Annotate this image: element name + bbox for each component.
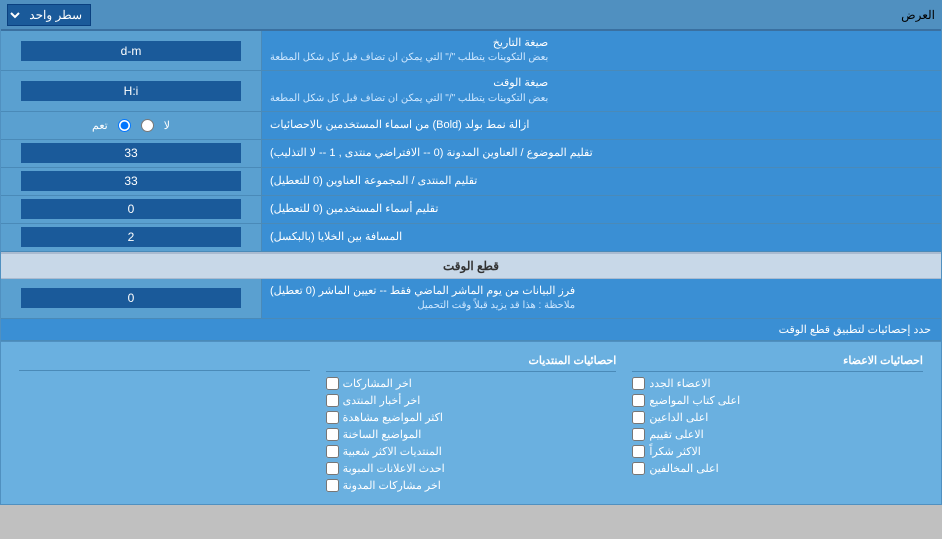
checkbox-blog-posts[interactable] xyxy=(326,479,339,492)
bold-remove-label: ازالة نمط بولد (Bold) من اسماء المستخدمي… xyxy=(261,112,941,139)
cut-time-section-header: قطع الوقت xyxy=(1,252,941,279)
bold-remove-no-radio[interactable] xyxy=(141,119,154,132)
list-item: اخر المشاركات xyxy=(326,375,617,392)
trim-forum-row: تقليم المنتدى / المجموعة العناوين (0 للت… xyxy=(1,168,941,196)
list-item: الاعلى تقييم xyxy=(632,426,923,443)
trim-forum-label: تقليم المنتدى / المجموعة العناوين (0 للت… xyxy=(261,168,941,195)
header-title: العرض xyxy=(901,8,935,22)
checkbox-popular-forums[interactable] xyxy=(326,445,339,458)
list-item: الاعضاء الجدد xyxy=(632,375,923,392)
trim-titles-row: تقليم الموضوع / العناوين المدونة (0 -- ا… xyxy=(1,140,941,168)
list-item: اكثر المواضيع مشاهدة xyxy=(326,409,617,426)
trim-titles-label: تقليم الموضوع / العناوين المدونة (0 -- ا… xyxy=(261,140,941,167)
cut-time-input[interactable] xyxy=(21,288,241,308)
col-forum-stats: احصائيات المنتديات اخر المشاركات اخر أخب… xyxy=(318,348,625,498)
date-format-label: صيغة التاريخ بعض التكوينات يتطلب "/" الت… xyxy=(261,31,941,70)
trim-users-input[interactable] xyxy=(21,199,241,219)
radio-yes-label: تعم xyxy=(92,119,108,132)
cell-spacing-input[interactable] xyxy=(21,227,241,247)
list-item: اخر مشاركات المدونة xyxy=(326,477,617,494)
checkbox-last-posts[interactable] xyxy=(326,377,339,390)
col-members-stats: احصائيات الاعضاء الاعضاء الجدد اعلى كتاب… xyxy=(624,348,931,498)
time-format-label: صيغة الوقت بعض التكوينات يتطلب "/" التي … xyxy=(261,71,941,110)
checkbox-most-viewed[interactable] xyxy=(326,411,339,424)
radio-no-label: لا xyxy=(164,119,170,132)
limit-row: حدد إحصائيات لتطبيق قطع الوقت xyxy=(1,319,941,341)
trim-titles-input[interactable] xyxy=(21,143,241,163)
list-item: اعلى كتاب المواضيع xyxy=(632,392,923,409)
date-format-row: صيغة التاريخ بعض التكوينات يتطلب "/" الت… xyxy=(1,31,941,71)
list-item: اعلى الداعين xyxy=(632,409,923,426)
bold-remove-input-wrapper: لا تعم xyxy=(1,112,261,139)
list-item: احدث الاعلانات المبوبة xyxy=(326,460,617,477)
list-item: المواضيع الساخنة xyxy=(326,426,617,443)
checkbox-classifieds[interactable] xyxy=(326,462,339,475)
trim-users-row: تقليم أسماء المستخدمين (0 للتعطيل) xyxy=(1,196,941,224)
cell-spacing-label: المسافة بين الخلايا (بالبكسل) xyxy=(261,224,941,251)
checkbox-top-writers[interactable] xyxy=(632,394,645,407)
bold-remove-row: ازالة نمط بولد (Bold) من اسماء المستخدمي… xyxy=(1,112,941,140)
list-item: اخر أخبار المنتدى xyxy=(326,392,617,409)
date-format-input[interactable] xyxy=(21,41,241,61)
cut-time-row: فرز البيانات من يوم الماشر الماضي فقط --… xyxy=(1,279,941,319)
list-item: المنتديات الاكثر شعبية xyxy=(326,443,617,460)
checkbox-top-rated[interactable] xyxy=(632,428,645,441)
checkbox-most-thanks[interactable] xyxy=(632,445,645,458)
bold-remove-yes-radio[interactable] xyxy=(118,119,131,132)
checkbox-hot-topics[interactable] xyxy=(326,428,339,441)
checkbox-area: احصائيات الاعضاء الاعضاء الجدد اعلى كتاب… xyxy=(1,341,941,504)
list-item: الاكثر شكراً xyxy=(632,443,923,460)
col-extra-stats xyxy=(11,348,318,498)
trim-forum-input[interactable] xyxy=(21,171,241,191)
cut-time-label: فرز البيانات من يوم الماشر الماضي فقط --… xyxy=(261,279,941,318)
display-select[interactable]: سطر واحد سطرين ثلاثة أسطر xyxy=(7,4,91,26)
checkbox-forum-news[interactable] xyxy=(326,394,339,407)
checkbox-top-violators[interactable] xyxy=(632,462,645,475)
checkbox-grid: احصائيات الاعضاء الاعضاء الجدد اعلى كتاب… xyxy=(11,348,931,498)
header-row: العرض سطر واحد سطرين ثلاثة أسطر xyxy=(1,1,941,31)
trim-titles-input-wrapper xyxy=(1,140,261,167)
main-container: العرض سطر واحد سطرين ثلاثة أسطر صيغة الت… xyxy=(0,0,942,505)
time-format-row: صيغة الوقت بعض التكوينات يتطلب "/" التي … xyxy=(1,71,941,111)
trim-forum-input-wrapper xyxy=(1,168,261,195)
checkbox-top-inviters[interactable] xyxy=(632,411,645,424)
time-format-input-wrapper xyxy=(1,71,261,110)
checkbox-new-members[interactable] xyxy=(632,377,645,390)
trim-users-label: تقليم أسماء المستخدمين (0 للتعطيل) xyxy=(261,196,941,223)
cell-spacing-input-wrapper xyxy=(1,224,261,251)
time-format-input[interactable] xyxy=(21,81,241,101)
date-format-input-wrapper xyxy=(1,31,261,70)
cell-spacing-row: المسافة بين الخلايا (بالبكسل) xyxy=(1,224,941,252)
trim-users-input-wrapper xyxy=(1,196,261,223)
list-item: اعلى المخالفين xyxy=(632,460,923,477)
cut-time-input-wrapper xyxy=(1,279,261,318)
